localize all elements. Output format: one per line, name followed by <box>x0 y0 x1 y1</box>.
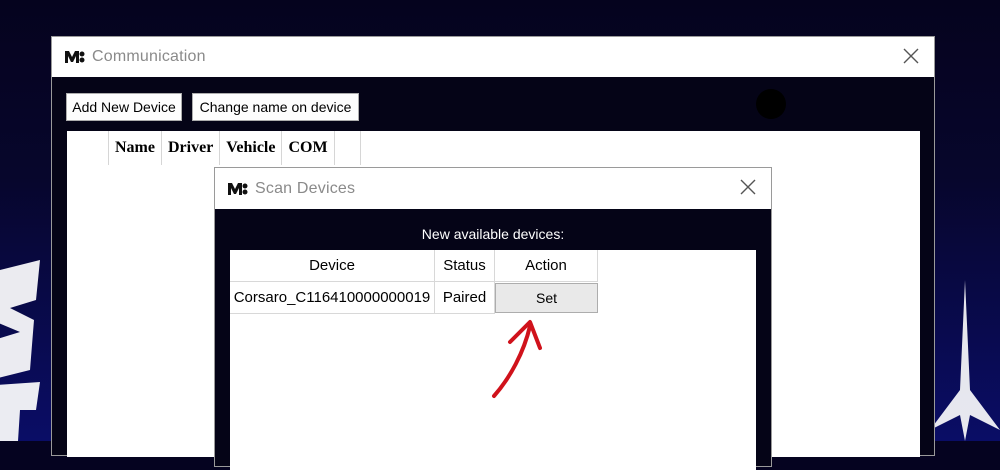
background-spire-fragment <box>930 280 1000 441</box>
column-header-status[interactable]: Status <box>435 250 495 282</box>
close-icon[interactable] <box>898 43 924 69</box>
device-list-header: Name Driver Vehicle COM <box>108 131 361 165</box>
table-header-row: Device Status Action <box>230 250 598 282</box>
column-header-device[interactable]: Device <box>230 250 435 282</box>
background-logo-fragment <box>0 260 40 441</box>
column-header-driver[interactable]: Driver <box>162 131 221 165</box>
available-devices-label: New available devices: <box>421 226 565 242</box>
communication-titlebar: Communication <box>52 37 934 77</box>
column-header-name[interactable]: Name <box>108 131 162 165</box>
column-header-com[interactable]: COM <box>282 131 335 165</box>
change-name-button[interactable]: Change name on device <box>192 93 359 121</box>
close-icon[interactable] <box>735 174 761 200</box>
status-indicator-dot <box>756 89 786 119</box>
app-logo-icon <box>228 182 248 195</box>
window-title: Scan Devices <box>255 179 356 197</box>
column-header-vehicle[interactable]: Vehicle <box>220 131 283 165</box>
device-name-cell: Corsaro_C116410000000019 <box>230 282 435 314</box>
column-header-spacer <box>335 131 361 165</box>
app-logo-icon <box>65 51 85 63</box>
window-title: Communication <box>92 48 206 65</box>
annotation-arrow <box>492 320 542 398</box>
scan-devices-titlebar: Scan Devices <box>215 168 771 209</box>
column-header-action[interactable]: Action <box>495 250 598 282</box>
add-new-device-button[interactable]: Add New Device <box>66 93 182 121</box>
